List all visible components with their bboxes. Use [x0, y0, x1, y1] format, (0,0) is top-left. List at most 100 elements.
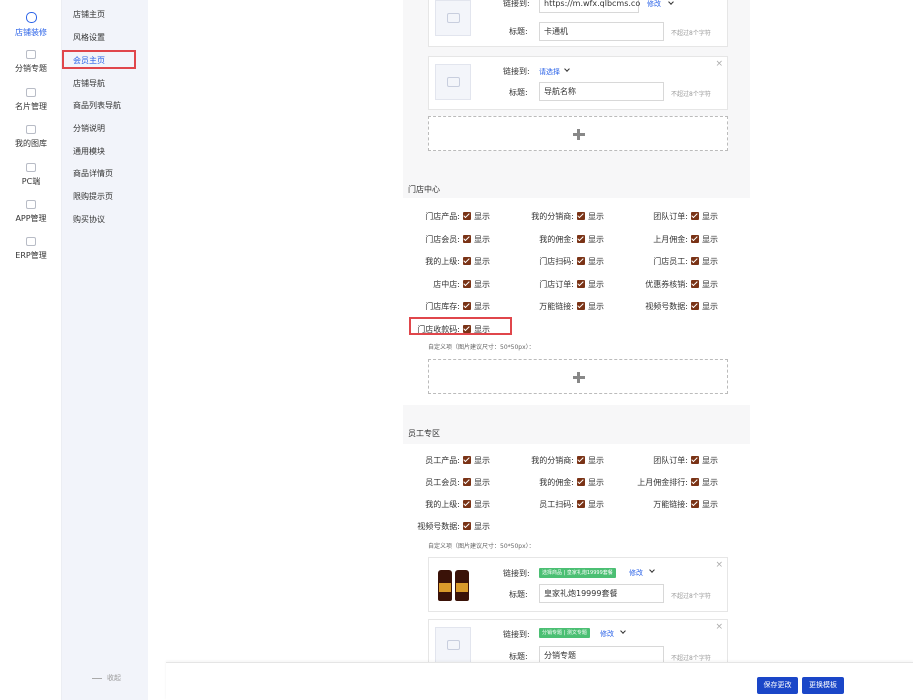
show-checkbox[interactable]: [463, 234, 471, 243]
close-icon[interactable]: ×: [715, 622, 723, 632]
option-label: 门店会员:: [425, 234, 460, 244]
collapse-arrow-icon: [92, 677, 102, 679]
staff-zone-title: 员工专区: [408, 429, 440, 438]
show-checkbox[interactable]: [691, 279, 699, 288]
show-checkbox[interactable]: [577, 257, 585, 265]
staff-custom-label: 自定义项（图片建议尺寸：50*50px）：: [428, 543, 535, 550]
title-input[interactable]: 导航名称: [539, 82, 664, 101]
nav-item-label: ERP管理: [15, 251, 47, 260]
nav-item-label: 店铺装修: [15, 28, 47, 37]
title-label: 标题:: [509, 590, 528, 599]
store-add-custom-button[interactable]: [428, 359, 728, 394]
title-input[interactable]: 卡通机: [539, 22, 664, 41]
show-checkbox[interactable]: [691, 456, 699, 464]
sub-nav-item-shop-navigation[interactable]: 店铺导航: [73, 78, 105, 89]
chevron-down-icon[interactable]: [620, 628, 626, 634]
option-label: 门店订单:: [539, 279, 574, 289]
option-label: 我的分销商:: [531, 212, 574, 221]
image-icon: [26, 125, 36, 134]
show-checkbox[interactable]: [577, 478, 585, 486]
show-checkbox[interactable]: [691, 302, 699, 310]
left-nav: 店铺装修 分销专题 名片管理 我的图库 PC端 APP管理 ERP管理: [0, 0, 62, 700]
save-button[interactable]: 保存更改: [757, 677, 798, 694]
option-label: 门店产品:: [425, 212, 460, 221]
modify-link[interactable]: 修改: [629, 568, 643, 578]
show-label: 显示: [702, 234, 718, 244]
bottom-action-bar: [166, 662, 913, 700]
show-checkbox[interactable]: [691, 257, 699, 265]
add-item-button[interactable]: [428, 116, 728, 151]
sub-nav-item-distribution-notes[interactable]: 分销说明: [73, 123, 105, 134]
chevron-down-icon[interactable]: [564, 66, 570, 72]
show-label: 显示: [702, 212, 718, 221]
show-checkbox[interactable]: [463, 522, 471, 530]
close-icon[interactable]: ×: [715, 560, 723, 570]
monitor-icon: [26, 163, 36, 172]
option-label: 视频号数据:: [417, 522, 460, 531]
option-label: 团队订单:: [653, 212, 688, 221]
nav-item-distribution-topic[interactable]: 分销专题: [0, 50, 62, 74]
chevron-down-icon[interactable]: [649, 567, 655, 573]
show-checkbox[interactable]: [463, 478, 471, 486]
show-label: 显示: [474, 212, 490, 221]
store-custom-label: 自定义项（图片建议尺寸：50*50px）：: [428, 344, 535, 351]
nav-item-shop-decoration[interactable]: 店铺装修: [0, 12, 62, 38]
show-checkbox[interactable]: [577, 302, 585, 310]
mobile-icon: [26, 200, 36, 209]
switch-template-button[interactable]: 更换模板: [802, 677, 844, 694]
option-label: 我的佣金:: [539, 478, 574, 487]
show-checkbox[interactable]: [577, 234, 585, 243]
show-label: 显示: [588, 500, 604, 509]
selected-topic-tag: 分销专题 | 测文专题: [539, 628, 590, 638]
show-label: 显示: [588, 478, 604, 487]
nav-item-pc[interactable]: PC端: [0, 163, 62, 187]
image-placeholder[interactable]: [435, 64, 471, 100]
show-checkbox[interactable]: [463, 212, 471, 220]
select-link[interactable]: 请选择: [539, 67, 560, 77]
sub-nav-item-product-list-navigation[interactable]: 商品列表导航: [73, 100, 121, 111]
bottle-image: [438, 570, 452, 601]
show-checkbox[interactable]: [577, 500, 585, 508]
show-checkbox[interactable]: [577, 456, 585, 464]
option-label: 万能链接:: [539, 302, 574, 311]
collapse-button[interactable]: 收起: [92, 673, 138, 687]
show-checkbox[interactable]: [463, 257, 471, 265]
nav-item-my-gallery[interactable]: 我的图库: [0, 125, 62, 149]
nav-item-app-management[interactable]: APP管理: [0, 200, 62, 224]
close-icon[interactable]: ×: [715, 59, 723, 69]
nav-item-erp-management[interactable]: ERP管理: [0, 237, 62, 261]
show-checkbox[interactable]: [691, 500, 699, 508]
nav-item-card-management[interactable]: 名片管理: [0, 88, 62, 112]
show-checkbox[interactable]: [577, 212, 585, 220]
show-checkbox[interactable]: [463, 302, 471, 310]
store-payment-code-highlight: [409, 317, 512, 335]
sub-nav-item-style-settings[interactable]: 风格设置: [73, 32, 105, 43]
nav-item-label: PC端: [21, 177, 41, 186]
show-checkbox[interactable]: [691, 234, 699, 243]
title-input[interactable]: 皇家礼炮19999套餐: [539, 584, 664, 603]
sub-nav-item-purchase-agreement[interactable]: 购买协议: [73, 214, 105, 225]
title-hint: 不超过8个字符: [671, 30, 711, 37]
image-placeholder[interactable]: [435, 0, 471, 36]
chevron-down-icon[interactable]: [668, 0, 674, 5]
show-checkbox[interactable]: [463, 500, 471, 508]
sub-nav-item-purchase-limit[interactable]: 限购提示页: [73, 191, 113, 202]
sub-nav-item-shop-home[interactable]: 店铺主页: [73, 9, 105, 20]
sub-nav-item-common-modules[interactable]: 通用模块: [73, 146, 105, 157]
option-label: 优惠券核销:: [645, 279, 688, 289]
product-image[interactable]: [435, 565, 471, 601]
show-checkbox[interactable]: [577, 279, 585, 288]
show-checkbox[interactable]: [463, 456, 471, 464]
modify-link[interactable]: 修改: [600, 629, 614, 639]
image-placeholder[interactable]: [435, 627, 471, 663]
title-label: 标题:: [509, 88, 528, 97]
option-label: 店中店:: [433, 279, 460, 289]
link-url-field[interactable]: https://m.wfx.qlbcms.co: [539, 0, 640, 13]
show-label: 显示: [474, 500, 490, 509]
sub-nav-item-product-detail[interactable]: 商品详情页: [73, 168, 113, 179]
modify-link[interactable]: 修改: [647, 0, 661, 9]
show-checkbox[interactable]: [691, 478, 699, 486]
show-checkbox[interactable]: [463, 279, 471, 288]
show-checkbox[interactable]: [691, 212, 699, 220]
link-to-label: 链接到:: [503, 67, 530, 76]
